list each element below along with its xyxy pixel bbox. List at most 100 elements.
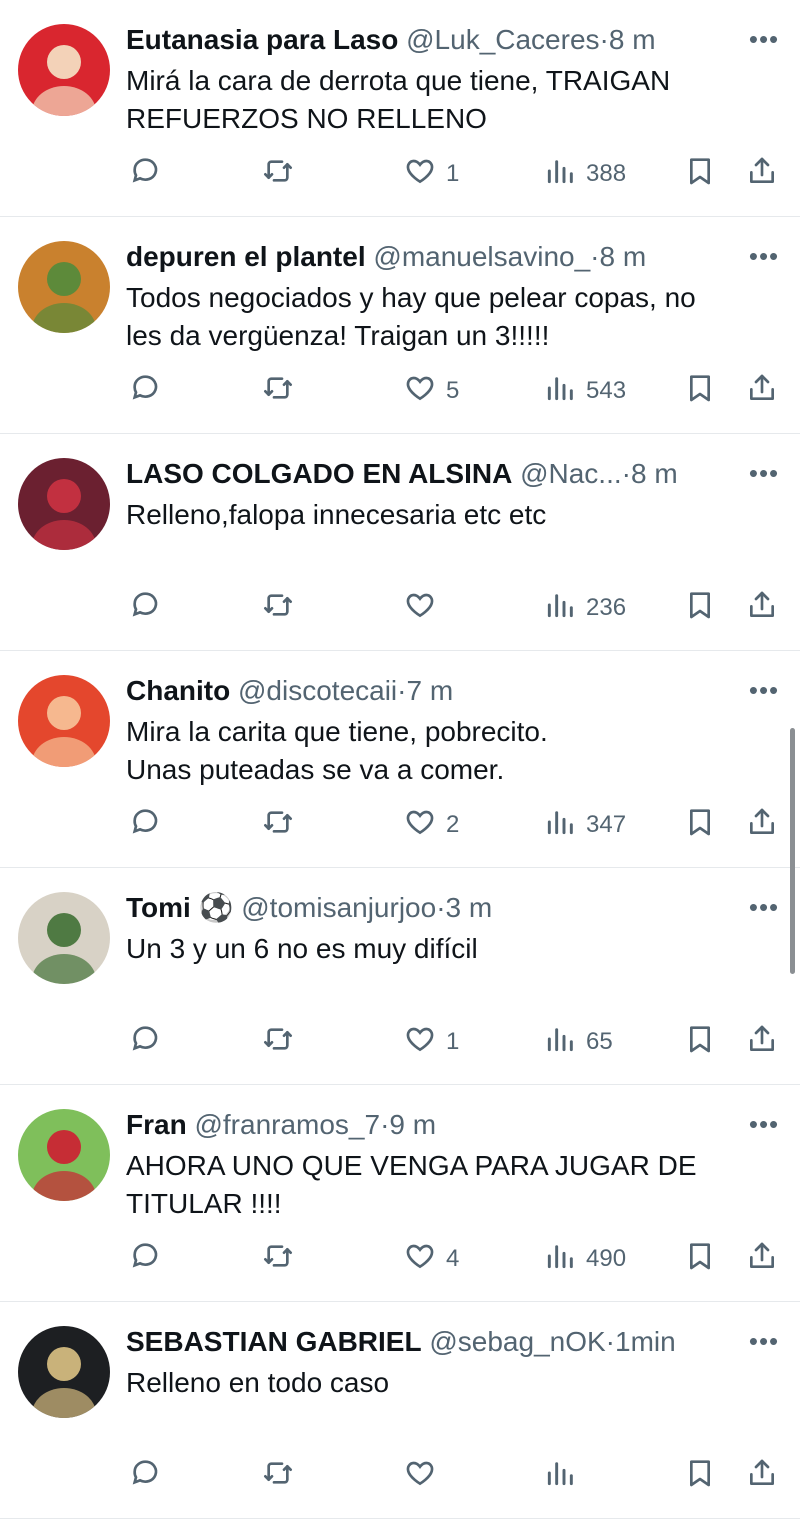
views-button[interactable]: 347 [544,805,626,845]
timestamp[interactable]: 8 m [600,241,647,272]
reply-button[interactable] [130,154,162,194]
share-button[interactable] [746,371,778,411]
share-button[interactable] [746,805,778,845]
more-icon[interactable]: ••• [746,1109,782,1139]
user-handle[interactable]: @tomisanjurjoo [241,892,436,923]
user-handle[interactable]: @franramos_7 [194,1109,380,1140]
reply-button[interactable] [130,371,162,411]
bookmark-button[interactable] [684,1239,716,1279]
avatar[interactable] [18,1109,110,1201]
views-button[interactable]: 65 [544,1022,613,1062]
tweet[interactable]: Fran @franramos_7·9 m ••• AHORA UNO QUE VE… [0,1085,800,1302]
user-handle[interactable]: @discotecaii [238,675,397,706]
like-button[interactable] [404,588,446,628]
like-button[interactable]: 1 [404,154,459,194]
retweet-button[interactable] [262,1022,294,1062]
timestamp[interactable]: 1min [615,1326,676,1357]
bookmark-button[interactable] [684,1022,716,1062]
bookmark-button[interactable] [684,154,716,194]
more-icon[interactable]: ••• [746,458,782,488]
more-icon[interactable]: ••• [746,241,782,271]
avatar[interactable] [18,675,110,767]
share-button[interactable] [746,1022,778,1062]
scrollbar[interactable] [790,728,795,974]
retweet-icon [262,1023,294,1062]
display-name[interactable]: LASO COLGADO EN ALSINA [126,458,512,489]
reply-button[interactable] [130,1022,162,1062]
like-button[interactable]: 5 [404,371,459,411]
tweet[interactable]: Eutanasia para Laso @Luk_Caceres·8 m ••• M… [0,0,800,217]
avatar[interactable] [18,892,110,984]
share-button[interactable] [746,154,778,194]
more-icon[interactable]: ••• [746,1326,782,1356]
timestamp[interactable]: 8 m [609,24,656,55]
timestamp[interactable]: 8 m [631,458,678,489]
retweet-button[interactable] [262,1239,294,1279]
display-name[interactable]: Fran [126,1109,187,1140]
reply-button[interactable] [130,805,162,845]
like-button[interactable]: 2 [404,805,459,845]
bookmark-button[interactable] [684,588,716,628]
reply-button[interactable] [130,1239,162,1279]
views-button[interactable]: 490 [544,1239,626,1279]
tweet[interactable]: depuren el plantel @manuelsavino_·8 m •••… [0,217,800,434]
like-button[interactable] [404,1456,446,1496]
user-handle[interactable]: @manuelsavino_ [373,241,590,272]
timestamp[interactable]: 9 m [389,1109,436,1140]
user-handle[interactable]: @Nac... [520,458,622,489]
bookmark-icon [684,372,716,411]
user-handle[interactable]: @Luk_Caceres [406,24,599,55]
timestamp[interactable]: 3 m [446,892,493,923]
view-count: 490 [586,1245,627,1272]
views-chart-icon [544,372,576,411]
retweet-button[interactable] [262,154,294,194]
tweet[interactable]: Tomi ⚽ @tomisanjurjoo·3 m ••• Un 3 y un 6 … [0,868,800,1085]
display-name[interactable]: Chanito [126,675,230,706]
share-button[interactable] [746,1456,778,1496]
bookmark-button[interactable] [684,805,716,845]
views-button[interactable]: 236 [544,588,626,628]
reply-icon [130,806,162,845]
reply-feed: Eutanasia para Laso @Luk_Caceres·8 m ••• M… [0,0,800,1519]
more-icon[interactable]: ••• [746,24,782,54]
retweet-button[interactable] [262,805,294,845]
share-button[interactable] [746,1239,778,1279]
like-button[interactable]: 4 [404,1239,459,1279]
avatar[interactable] [18,241,110,333]
action-bar: 1 388 [126,154,780,194]
action-bar: 1 65 [126,1022,780,1062]
display-name[interactable]: depuren el plantel [126,241,366,272]
retweet-button[interactable] [262,1456,294,1496]
tweet-text-line: TITULAR !!!! [126,1188,282,1219]
more-icon[interactable]: ••• [746,892,782,922]
views-button[interactable]: 388 [544,154,626,194]
share-button[interactable] [746,588,778,628]
reply-button[interactable] [130,1456,162,1496]
views-button[interactable] [544,1456,586,1496]
heart-icon [404,806,436,845]
bookmark-button[interactable] [684,371,716,411]
display-name[interactable]: Eutanasia para Laso [126,24,398,55]
avatar[interactable] [18,24,110,116]
avatar[interactable] [18,1326,110,1418]
views-chart-icon [544,155,576,194]
retweet-button[interactable] [262,588,294,628]
views-chart-icon [544,1023,576,1062]
view-count: 543 [586,377,627,404]
display-name[interactable]: Tomi [126,892,191,923]
bookmark-button[interactable] [684,1456,716,1496]
tweet[interactable]: Chanito @discotecaii·7 m ••• Mira la carit… [0,651,800,868]
like-button[interactable]: 1 [404,1022,459,1062]
tweet[interactable]: SEBASTIAN GABRIEL @sebag_nOK·1min ••• Rell… [0,1302,800,1519]
views-button[interactable]: 543 [544,371,626,411]
timestamp[interactable]: 7 m [406,675,453,706]
tweet[interactable]: LASO COLGADO EN ALSINA @Nac...·8 m ••• Rel… [0,434,800,651]
tweet-text: Mira la carita que tiene, pobrecito. Unas… [126,713,760,789]
retweet-button[interactable] [262,371,294,411]
user-handle[interactable]: @sebag_nOK [429,1326,605,1357]
more-icon[interactable]: ••• [746,675,782,705]
avatar[interactable] [18,458,110,550]
reply-button[interactable] [130,588,162,628]
like-count: 4 [446,1245,460,1272]
display-name[interactable]: SEBASTIAN GABRIEL [126,1326,422,1357]
